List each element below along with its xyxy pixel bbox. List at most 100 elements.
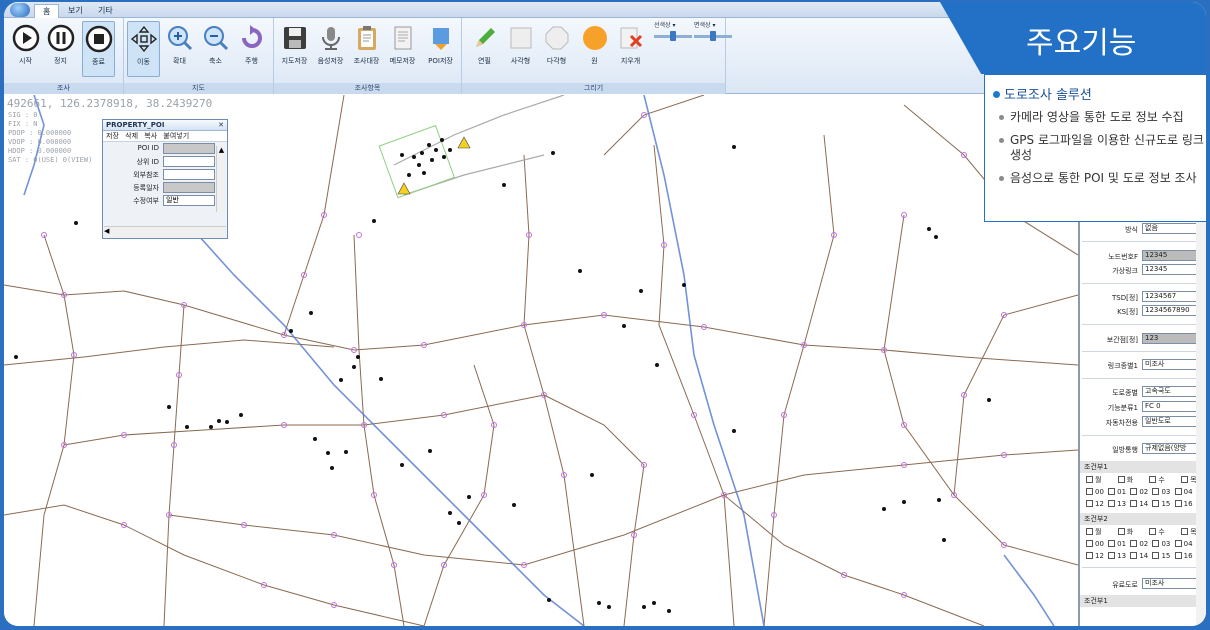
property-horizontal-scrollbar[interactable]: ◀	[104, 226, 226, 237]
tsd-field[interactable]: 1234567	[1142, 291, 1202, 302]
menu-paste[interactable]: 붙여넣기	[163, 132, 189, 140]
car-only-select[interactable]: 일반도로	[1142, 416, 1202, 427]
checkbox[interactable]	[1086, 552, 1093, 559]
checkbox[interactable]	[1086, 500, 1093, 507]
menu-copy[interactable]: 복사	[144, 132, 157, 140]
checkbox[interactable]	[1117, 476, 1125, 483]
parent-id-field[interactable]	[163, 156, 215, 167]
zoom-in-button[interactable]: 확대	[163, 21, 196, 77]
rectangle-button[interactable]: 사각형	[504, 21, 537, 77]
zoom-out-icon	[203, 26, 228, 51]
map-save-button[interactable]: 지도저장	[278, 21, 311, 77]
reg-date-field[interactable]	[163, 182, 215, 193]
reg-date-label: 등록일자	[133, 184, 159, 192]
checkbox[interactable]	[1152, 488, 1160, 495]
poi-save-button[interactable]: POI저장	[424, 21, 457, 77]
poi-id-field[interactable]	[163, 143, 215, 154]
property-panel-title[interactable]: PROPERTY_POI ✕	[103, 120, 227, 131]
pause-button[interactable]: 정지	[44, 21, 77, 77]
checkbox[interactable]	[1130, 500, 1138, 507]
external-ref-field[interactable]	[163, 169, 215, 180]
tab-etc[interactable]: 기타	[90, 4, 121, 18]
tab-view[interactable]: 보기	[60, 4, 91, 18]
drive-button[interactable]: 주행	[235, 21, 268, 77]
property-row-parent-id: 상위 ID	[103, 155, 227, 168]
func-class-select[interactable]: FC 0	[1142, 401, 1202, 412]
hour-label: 13	[1117, 500, 1127, 508]
tab-home[interactable]: 홈	[34, 4, 60, 18]
circle-button[interactable]: 원	[578, 21, 611, 77]
memo-save-button[interactable]: 메모저장	[386, 21, 419, 77]
checkbox[interactable]	[1152, 500, 1160, 507]
ks-field[interactable]: 1234567890	[1142, 305, 1202, 316]
pencil-button[interactable]: 연필	[468, 21, 501, 77]
checkbox[interactable]	[1108, 540, 1116, 547]
checkbox[interactable]	[1108, 488, 1116, 495]
checkbox[interactable]	[1174, 500, 1182, 507]
hour-label: 02	[1139, 540, 1149, 548]
method-label: 방식	[1125, 226, 1138, 234]
property-row-modified: 수정여부 일반	[103, 194, 227, 207]
link-type-row: 링크종별1 미조사	[1080, 359, 1206, 371]
close-icon[interactable]: ✕	[218, 120, 224, 131]
voice-save-button[interactable]: 음성저장	[314, 21, 347, 77]
modified-select[interactable]: 일반	[163, 195, 215, 206]
checkbox[interactable]	[1117, 528, 1125, 535]
hour-label: 00	[1095, 488, 1104, 496]
interp-field[interactable]: 123	[1142, 333, 1202, 344]
method-select[interactable]: 없음	[1142, 223, 1202, 234]
property-vertical-scrollbar[interactable]: ▲	[216, 146, 226, 212]
day-label: 월	[1095, 528, 1102, 536]
zoom-out-button[interactable]: 축소	[199, 21, 232, 77]
checkbox[interactable]	[1152, 540, 1160, 547]
checkbox[interactable]	[1181, 476, 1189, 483]
checkbox[interactable]	[1174, 552, 1182, 559]
checkbox[interactable]	[1130, 552, 1138, 559]
link-type-select[interactable]: 미조사	[1142, 359, 1202, 370]
checkbox[interactable]	[1149, 476, 1157, 483]
feature-card: 도로조사 솔루션 카메라 영상을 통한 도로 정보 수집 GPS 로그파일을 이…	[984, 74, 1206, 222]
road-type-row: 도로종별 고속국도	[1080, 386, 1206, 398]
hour-label: 01	[1117, 488, 1127, 496]
checkbox[interactable]	[1086, 476, 1093, 483]
checkbox[interactable]	[1152, 552, 1160, 559]
ks-label: KS[정]	[1117, 308, 1138, 316]
zoom-out-button-label: 축소	[209, 57, 222, 65]
link-type-label: 링크종별1	[1107, 362, 1138, 370]
checkbox[interactable]	[1086, 540, 1093, 547]
ribbon-group-map: 이동 확대 축소 주행 지도	[124, 18, 274, 94]
microphone-icon	[321, 27, 340, 50]
menu-delete[interactable]: 삭제	[125, 132, 138, 140]
tsd-label: TSD[정]	[1111, 294, 1138, 302]
car-only-label: 자동차전용	[1105, 419, 1138, 427]
gps-sat: SAT : 0(USE) 0(VIEW)	[8, 156, 93, 164]
start-button[interactable]: 시작	[9, 21, 42, 77]
toll-select[interactable]: 미조사	[1142, 578, 1202, 589]
survey-ledger-button[interactable]: 조사대장	[350, 21, 383, 77]
line-color-slider[interactable]: 선색상 ▾	[654, 20, 692, 41]
stop-button[interactable]: 종료	[82, 21, 115, 77]
checkbox[interactable]	[1130, 488, 1138, 495]
fill-color-slider[interactable]: 면색상 ▾	[694, 20, 732, 41]
checkbox[interactable]	[1149, 528, 1157, 535]
checkbox[interactable]	[1086, 488, 1093, 495]
chevron-up-icon[interactable]: ▲	[219, 146, 224, 154]
menu-save[interactable]: 저장	[106, 132, 119, 140]
polygon-button[interactable]: 다각형	[540, 21, 573, 77]
checkbox[interactable]	[1086, 528, 1093, 535]
virtual-link-field[interactable]: 12345	[1142, 264, 1202, 275]
road-type-select[interactable]: 고속국도	[1142, 386, 1202, 397]
app-menu-icon[interactable]	[10, 3, 30, 17]
checkbox[interactable]	[1130, 540, 1138, 547]
checkbox[interactable]	[1108, 500, 1116, 507]
chevron-left-icon[interactable]: ◀	[104, 227, 109, 235]
checkbox[interactable]	[1181, 528, 1189, 535]
start-button-label: 시작	[19, 57, 32, 65]
checkbox[interactable]	[1174, 540, 1182, 547]
oneway-select[interactable]: 규제없음(양방	[1142, 443, 1202, 454]
checkbox[interactable]	[1108, 552, 1116, 559]
move-button[interactable]: 이동	[127, 21, 160, 77]
node-no-field[interactable]: 12345	[1142, 250, 1202, 261]
checkbox[interactable]	[1174, 488, 1182, 495]
eraser-button[interactable]: 지우개	[614, 21, 647, 77]
